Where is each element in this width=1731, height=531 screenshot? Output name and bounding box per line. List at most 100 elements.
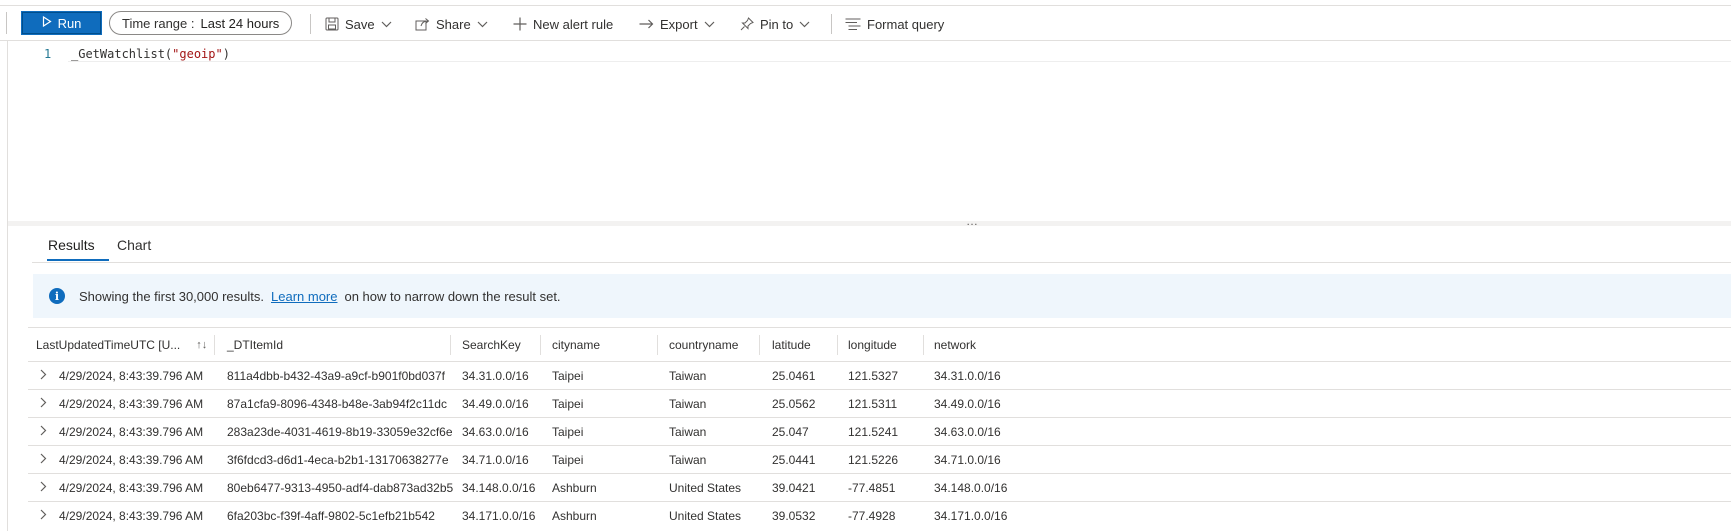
table-cell: Taiwan [669, 397, 707, 411]
run-button[interactable]: Run [21, 11, 102, 35]
table-cell: 34.71.0.0/16 [934, 453, 1001, 467]
table-row[interactable]: 4/29/2024, 8:43:39.796 AM 80eb6477-9313-4… [28, 473, 1731, 502]
table-row[interactable]: 4/29/2024, 8:43:39.796 AM 6fa203bc-f39f-4… [28, 501, 1731, 530]
share-button[interactable]: Share [415, 12, 488, 36]
column-header[interactable]: longitude [848, 328, 897, 361]
table-cell: 4/29/2024, 8:43:39.796 AM [59, 369, 204, 383]
table-row[interactable]: 4/29/2024, 8:43:39.796 AM 811a4dbb-b432-4… [28, 361, 1731, 390]
column-header-label: _DTItemId [227, 337, 284, 352]
table-cell: 34.63.0.0/16 [934, 425, 1001, 439]
learn-more-link[interactable]: Learn more [271, 289, 337, 304]
line-number: 1 [44, 47, 52, 61]
format-lines-icon [845, 18, 861, 30]
table-cell: 4/29/2024, 8:43:39.796 AM [59, 397, 204, 411]
column-header[interactable]: _DTItemId [227, 328, 283, 361]
query-text[interactable]: _GetWatchlist("geoip") [71, 47, 230, 61]
table-cell: 34.31.0.0/16 [462, 369, 529, 383]
table-cell: 4/29/2024, 8:43:39.796 AM [59, 425, 204, 439]
column-resize-handle[interactable] [540, 335, 541, 355]
tabs-divider [32, 262, 1731, 263]
format-query-button[interactable]: Format query [845, 12, 944, 36]
column-resize-handle[interactable] [759, 335, 760, 355]
column-header-label: network [934, 337, 977, 352]
tab-chart[interactable]: Chart [117, 237, 151, 253]
column-resize-handle[interactable] [214, 335, 215, 355]
column-header-label: SearchKey [462, 337, 521, 352]
chevron-right-icon[interactable] [40, 481, 47, 495]
chevron-right-icon[interactable] [40, 453, 47, 467]
pin-to-button[interactable]: Pin to [740, 12, 810, 36]
arrow-right-icon [639, 19, 654, 29]
table-cell: Taipei [552, 425, 584, 439]
column-header[interactable]: SearchKey [462, 328, 521, 361]
chevron-down-icon [381, 21, 392, 28]
tab-results[interactable]: Results [48, 237, 95, 253]
share-icon [415, 17, 430, 31]
save-label: Save [345, 16, 375, 32]
results-info-banner: i Showing the first 30,000 results. Lear… [33, 274, 1731, 318]
info-icon: i [49, 288, 65, 304]
export-label: Export [660, 16, 698, 32]
column-resize-handle[interactable] [657, 335, 658, 355]
query-toolbar: Run Time range : Last 24 hours Save Shar… [0, 6, 1731, 41]
code-suffix: ) [222, 47, 230, 61]
sort-icon[interactable]: ↑↓ [196, 339, 207, 351]
play-icon [42, 15, 52, 30]
chevron-down-icon [704, 21, 715, 28]
save-button[interactable]: Save [325, 12, 392, 36]
table-cell: 4/29/2024, 8:43:39.796 AM [59, 481, 204, 495]
table-row[interactable]: 4/29/2024, 8:43:39.796 AM 87a1cfa9-8096-4… [28, 389, 1731, 418]
table-cell: Taipei [552, 453, 584, 467]
table-cell: 25.0562 [772, 397, 816, 411]
table-cell: 121.5327 [848, 369, 899, 383]
table-cell: 39.0421 [772, 481, 816, 495]
table-cell: 34.148.0.0/16 [462, 481, 536, 495]
table-row[interactable]: 4/29/2024, 8:43:39.796 AM 3f6fdcd3-d6d1-4… [28, 445, 1731, 474]
table-cell: 80eb6477-9313-4950-adf4-dab873ad32b5 [227, 481, 454, 495]
table-cell: 34.71.0.0/16 [462, 453, 529, 467]
table-cell: United States [669, 481, 742, 495]
query-editor[interactable]: 1 _GetWatchlist("geoip") [8, 41, 1731, 221]
chevron-down-icon [799, 21, 810, 28]
table-row[interactable]: 4/29/2024, 8:43:39.796 AM 283a23de-4031-4… [28, 417, 1731, 446]
column-resize-handle[interactable] [837, 335, 838, 355]
column-header[interactable]: cityname [552, 328, 600, 361]
chevron-right-icon[interactable] [40, 425, 47, 439]
table-cell: Taiwan [669, 369, 707, 383]
drag-handle-icon[interactable]: … [966, 214, 979, 228]
column-header-label: countryname [669, 337, 739, 352]
export-button[interactable]: Export [639, 12, 715, 36]
time-range-value: Last 24 hours [200, 15, 280, 31]
banner-text: Showing the first 30,000 results. [79, 288, 264, 304]
column-header[interactable]: network [934, 328, 976, 361]
table-cell: 25.0441 [772, 453, 816, 467]
table-cell: 39.0532 [772, 509, 816, 523]
pin-icon [740, 17, 754, 31]
table-cell: Taipei [552, 369, 584, 383]
toolbar-divider [831, 14, 832, 34]
column-header-label: longitude [848, 337, 897, 352]
chevron-right-icon[interactable] [40, 509, 47, 523]
column-header[interactable]: latitude [772, 328, 811, 361]
table-cell: -77.4928 [848, 509, 896, 523]
table-cell: 34.49.0.0/16 [462, 397, 529, 411]
column-header[interactable]: countryname [669, 328, 738, 361]
column-header[interactable]: LastUpdatedTimeUTC [U... ↑↓ [36, 328, 207, 361]
table-cell: 34.171.0.0/16 [462, 509, 536, 523]
table-cell: Taipei [552, 397, 584, 411]
column-resize-handle[interactable] [450, 335, 451, 355]
table-cell: 121.5241 [848, 425, 899, 439]
column-header-label: cityname [552, 337, 601, 352]
chevron-right-icon[interactable] [40, 369, 47, 383]
run-label: Run [57, 15, 82, 31]
table-cell: United States [669, 509, 742, 523]
pane-splitter[interactable] [8, 221, 1731, 226]
format-query-label: Format query [867, 16, 945, 32]
time-range-picker[interactable]: Time range : Last 24 hours [109, 11, 293, 35]
new-alert-rule-label: New alert rule [533, 16, 614, 32]
column-resize-handle[interactable] [923, 335, 924, 355]
table-cell: 25.0461 [772, 369, 816, 383]
chevron-right-icon[interactable] [40, 397, 47, 411]
new-alert-rule-button[interactable]: New alert rule [513, 12, 613, 36]
table-cell: Ashburn [552, 481, 597, 495]
